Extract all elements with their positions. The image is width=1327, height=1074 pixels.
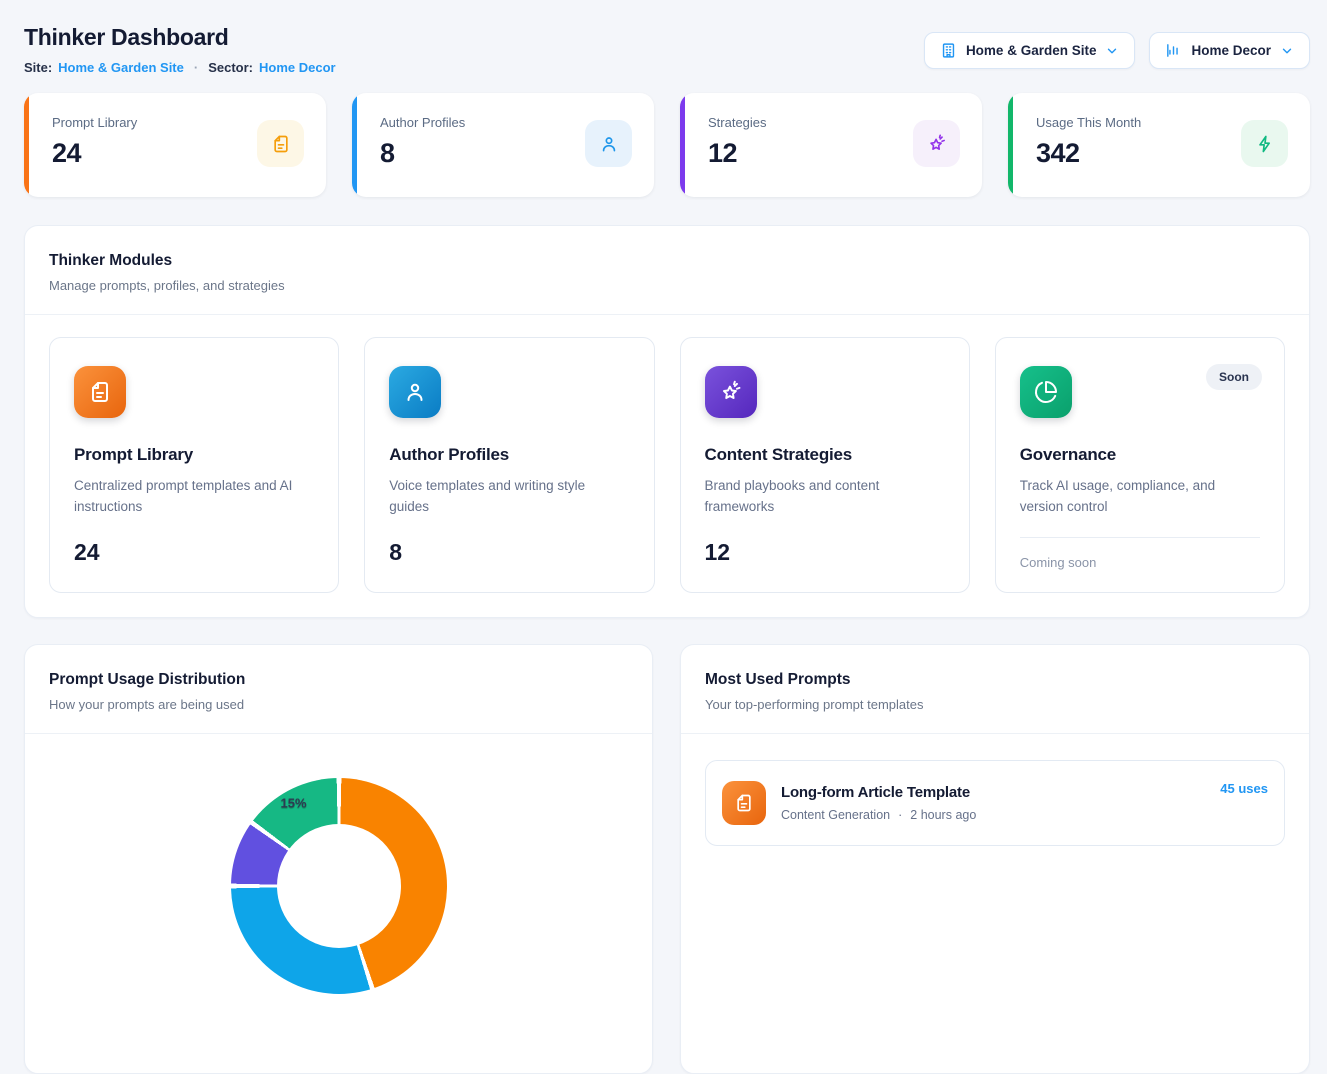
modules-panel-subtitle: Manage prompts, profiles, and strategies [49,278,1285,293]
sector-link[interactable]: Home Decor [259,60,336,75]
usage-panel-subtitle: How your prompts are being used [49,697,628,712]
donut-chart-hole [277,824,401,948]
prompt-item-title: Long-form Article Template [781,784,976,801]
site-selector-label: Home & Garden Site [966,43,1097,58]
thinker-modules-panel: Thinker Modules Manage prompts, profiles… [24,225,1310,618]
separator-dot: · [898,808,902,822]
module-card-author-profiles[interactable]: Author Profiles Voice templates and writ… [364,337,654,593]
module-count: 12 [705,539,945,566]
site-label: Site: [24,60,52,75]
user-icon [389,366,441,418]
prompts-panel-title: Most Used Prompts [705,671,1285,689]
page-title: Thinker Dashboard [24,24,336,51]
usage-panel-header: Prompt Usage Distribution How your promp… [25,645,652,733]
module-count: 24 [74,539,314,566]
module-count: 8 [389,539,629,566]
modules-grid: Prompt Library Centralized prompt templa… [25,315,1309,617]
donut-chart: 15% [231,778,447,994]
prompt-list: Long-form Article Template Content Gener… [681,734,1309,872]
site-link[interactable]: Home & Garden Site [58,60,184,75]
pie-chart-icon [1020,366,1072,418]
stat-card-prompt-library: Prompt Library 24 [24,93,326,197]
user-icon [585,120,632,167]
stats-row: Prompt Library 24 Author Profiles 8 Stra… [24,93,1310,197]
module-card-prompt-library[interactable]: Prompt Library Centralized prompt templa… [49,337,339,593]
breadcrumb: Site: Home & Garden Site · Sector: Home … [24,60,336,75]
modules-panel-title: Thinker Modules [49,252,1285,270]
coming-soon-text: Coming soon [1020,555,1260,570]
star-sparkle-icon [705,366,757,418]
bar-chart-icon [1165,42,1182,59]
module-title: Content Strategies [705,445,945,465]
divider [1020,537,1260,538]
modules-panel-header: Thinker Modules Manage prompts, profiles… [25,226,1309,314]
module-card-content-strategies[interactable]: Content Strategies Brand playbooks and c… [680,337,970,593]
list-item-prompt[interactable]: Long-form Article Template Content Gener… [705,760,1285,846]
prompt-uses-badge: 45 uses [1220,781,1268,796]
module-card-governance[interactable]: Soon Governance Track AI usage, complian… [995,337,1285,593]
dashboard-page: Thinker Dashboard Site: Home & Garden Si… [0,0,1327,826]
module-description: Centralized prompt templates and AI inst… [74,476,304,518]
prompt-category: Content Generation [781,808,890,822]
module-title: Author Profiles [389,445,629,465]
zap-icon [1241,120,1288,167]
prompts-panel-subtitle: Your top-performing prompt templates [705,697,1285,712]
document-icon [257,120,304,167]
donut-slice-label: 15% [280,796,306,811]
usage-distribution-panel: Prompt Usage Distribution How your promp… [24,644,653,1074]
header-selectors: Home & Garden Site Home Decor [924,32,1310,69]
chevron-down-icon [1105,44,1119,58]
most-used-prompts-panel: Most Used Prompts Your top-performing pr… [680,644,1310,1074]
stat-card-author-profiles: Author Profiles 8 [352,93,654,197]
document-icon [74,366,126,418]
module-title: Governance [1020,445,1260,465]
soon-badge: Soon [1206,364,1262,390]
usage-panel-title: Prompt Usage Distribution [49,671,628,689]
prompt-item-text: Long-form Article Template Content Gener… [781,784,976,822]
divider [25,733,652,734]
sector-label: Sector: [208,60,253,75]
module-description: Voice templates and writing style guides [389,476,619,518]
chevron-down-icon [1280,44,1294,58]
page-header: Thinker Dashboard Site: Home & Garden Si… [24,24,1310,75]
site-selector-dropdown[interactable]: Home & Garden Site [924,32,1136,69]
prompt-item-meta: Content Generation · 2 hours ago [781,808,976,822]
sector-selector-label: Home Decor [1191,43,1271,58]
header-text-block: Thinker Dashboard Site: Home & Garden Si… [24,24,336,75]
stat-card-strategies: Strategies 12 [680,93,982,197]
prompt-timestamp: 2 hours ago [910,808,976,822]
separator-dot: · [190,60,202,75]
module-description: Brand playbooks and content frameworks [705,476,935,518]
sector-selector-dropdown[interactable]: Home Decor [1149,32,1310,69]
document-icon [722,781,766,825]
prompts-panel-header: Most Used Prompts Your top-performing pr… [681,645,1309,733]
module-description: Track AI usage, compliance, and version … [1020,476,1250,518]
module-title: Prompt Library [74,445,314,465]
bottom-row: Prompt Usage Distribution How your promp… [24,644,1310,1074]
stat-card-usage: Usage This Month 342 [1008,93,1310,197]
building-icon [940,42,957,59]
star-sparkle-icon [913,120,960,167]
